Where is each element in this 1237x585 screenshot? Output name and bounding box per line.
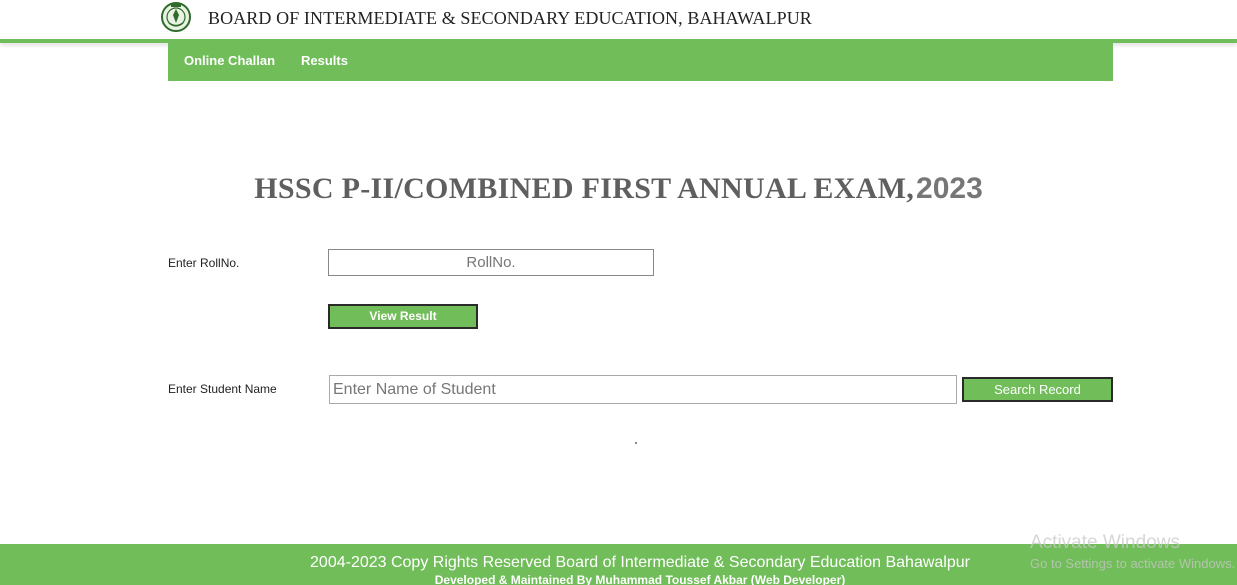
roll-number-input[interactable] [328,249,654,276]
site-header: BOARD OF INTERMEDIATE & SECONDARY EDUCAT… [0,0,1237,40]
nav-online-challan[interactable]: Online Challan [184,53,275,68]
board-title: BOARD OF INTERMEDIATE & SECONDARY EDUCAT… [208,8,812,28]
activate-windows-watermark: Activate Windows Go to Settings to activ… [1030,532,1235,571]
loading-dot [635,442,637,444]
page: BOARD OF INTERMEDIATE & SECONDARY EDUCAT… [0,0,1237,585]
search-record-button[interactable]: Search Record [962,377,1113,402]
board-crest-logo [161,2,191,32]
student-name-input[interactable] [329,375,957,404]
exam-title: HSSC P-II/COMBINED FIRST ANNUAL EXAM,202… [0,172,1237,206]
main-navbar: Online Challan Results [168,43,1113,81]
footer-developer: Developed & Maintained By Muhammad Touss… [434,573,846,585]
exam-year: 2023 [916,172,983,205]
watermark-subtitle: Go to Settings to activate Windows. [1030,556,1236,571]
exam-title-text: HSSC P-II/COMBINED FIRST ANNUAL EXAM, [254,172,915,205]
student-name-label: Enter Student Name [168,382,277,396]
view-result-button[interactable]: View Result [328,304,478,329]
nav-results[interactable]: Results [301,53,348,68]
watermark-title: Activate Windows [1030,532,1180,553]
roll-number-label: Enter RollNo. [168,256,240,270]
